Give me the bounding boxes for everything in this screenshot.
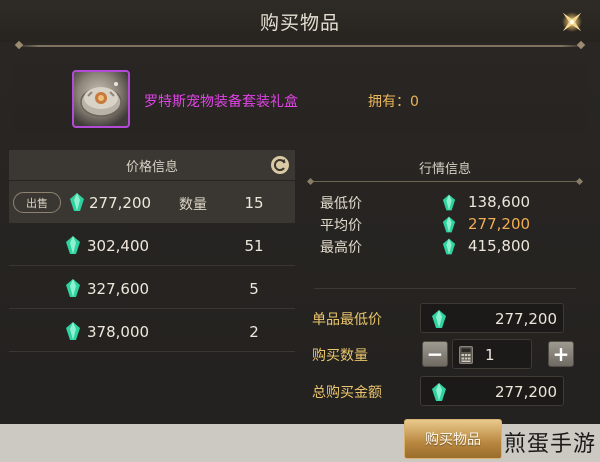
purchase-window: 购买物品 罗特斯宠物装备套装礼盒 拥有：0 价格信息 出售 277,200 数量…: [0, 0, 600, 462]
total-value: 277,200: [494, 383, 557, 401]
owned-count: 拥有：0: [368, 94, 419, 110]
row-price: 302,400: [87, 237, 150, 255]
gift-box-icon: [80, 82, 122, 117]
calculator-icon[interactable]: [459, 346, 473, 364]
gem-icon: [66, 236, 80, 254]
row-price: 378,000: [87, 323, 150, 341]
item-panel: 罗特斯宠物装备套装礼盒 拥有：0: [14, 64, 586, 134]
total-field: 277,200: [420, 376, 564, 406]
stat-row-avg: 平均价 277,200: [320, 215, 580, 235]
row-qty-label: 数量: [179, 197, 207, 213]
price-info-panel: 价格信息 出售 277,200 数量 15 302,400 51 327,600…: [9, 150, 295, 420]
increase-quantity-button[interactable]: +: [548, 341, 574, 367]
gem-icon: [442, 216, 456, 233]
quantity-row: 购买数量 − 1 +: [312, 339, 576, 369]
gem-icon: [66, 322, 80, 340]
close-button[interactable]: [556, 6, 588, 38]
price-row[interactable]: 302,400 51: [9, 224, 295, 266]
gem-icon: [442, 238, 456, 255]
stat-label: 最高价: [320, 240, 362, 256]
refresh-icon: [271, 156, 289, 174]
row-qty: 5: [249, 280, 259, 298]
price-row[interactable]: 327,600 5: [9, 267, 295, 309]
market-divider: [308, 181, 582, 182]
title-bar: 购买物品: [0, 0, 600, 42]
row-qty: 51: [244, 237, 264, 255]
price-row[interactable]: 378,000 2: [9, 310, 295, 352]
sell-tag-button[interactable]: 出售: [13, 192, 61, 213]
gem-icon: [432, 310, 446, 328]
plus-icon: +: [552, 342, 570, 366]
decrease-quantity-button[interactable]: −: [422, 341, 448, 367]
close-star-icon: [562, 12, 582, 32]
gem-icon: [442, 194, 456, 211]
stat-value-avg: 277,200: [468, 215, 531, 233]
market-info-title: 行情信息: [418, 162, 471, 177]
unit-price-row: 单品最低价 277,200: [312, 303, 576, 333]
gem-icon: [70, 193, 84, 211]
stat-row-max: 最高价 415,800: [320, 237, 580, 257]
stat-row-min: 最低价 138,600: [320, 193, 580, 213]
quantity-label: 购买数量: [312, 348, 368, 364]
buy-item-button[interactable]: 购买物品: [404, 419, 502, 459]
unit-price-value: 277,200: [494, 310, 557, 328]
title-divider: [16, 45, 584, 47]
unit-price-field: 277,200: [420, 303, 564, 333]
refresh-button[interactable]: [269, 154, 291, 176]
row-price: 277,200: [89, 194, 152, 212]
unit-price-label: 单品最低价: [312, 312, 382, 328]
row-qty: 2: [249, 323, 259, 341]
item-gift-box-icon[interactable]: [72, 70, 130, 128]
stat-label: 最低价: [320, 196, 362, 212]
watermark-text: 煎蛋手游: [503, 432, 596, 457]
row-price: 327,600: [87, 280, 150, 298]
stat-value-max: 415,800: [468, 237, 531, 255]
price-info-header: 价格信息: [9, 150, 295, 180]
quantity-stepper[interactable]: 1: [452, 339, 532, 369]
total-label: 总购买金额: [312, 385, 382, 401]
total-row: 总购买金额 277,200: [312, 376, 576, 406]
market-separator: [314, 288, 576, 289]
item-name: 罗特斯宠物装备套装礼盒: [144, 94, 298, 110]
minus-icon: −: [426, 342, 444, 366]
market-info-panel: 行情信息 最低价 138,600 平均价 277,200 最高价 415,800…: [300, 150, 590, 420]
row-qty: 15: [244, 194, 264, 212]
window-title: 购买物品: [259, 11, 340, 34]
price-info-title: 价格信息: [125, 159, 178, 175]
stat-label: 平均价: [320, 218, 362, 234]
stat-value-min: 138,600: [468, 193, 531, 211]
gem-icon: [432, 383, 446, 401]
price-row[interactable]: 出售 277,200 数量 15: [9, 181, 295, 223]
quantity-value[interactable]: 1: [485, 346, 525, 364]
gem-icon: [66, 279, 80, 297]
